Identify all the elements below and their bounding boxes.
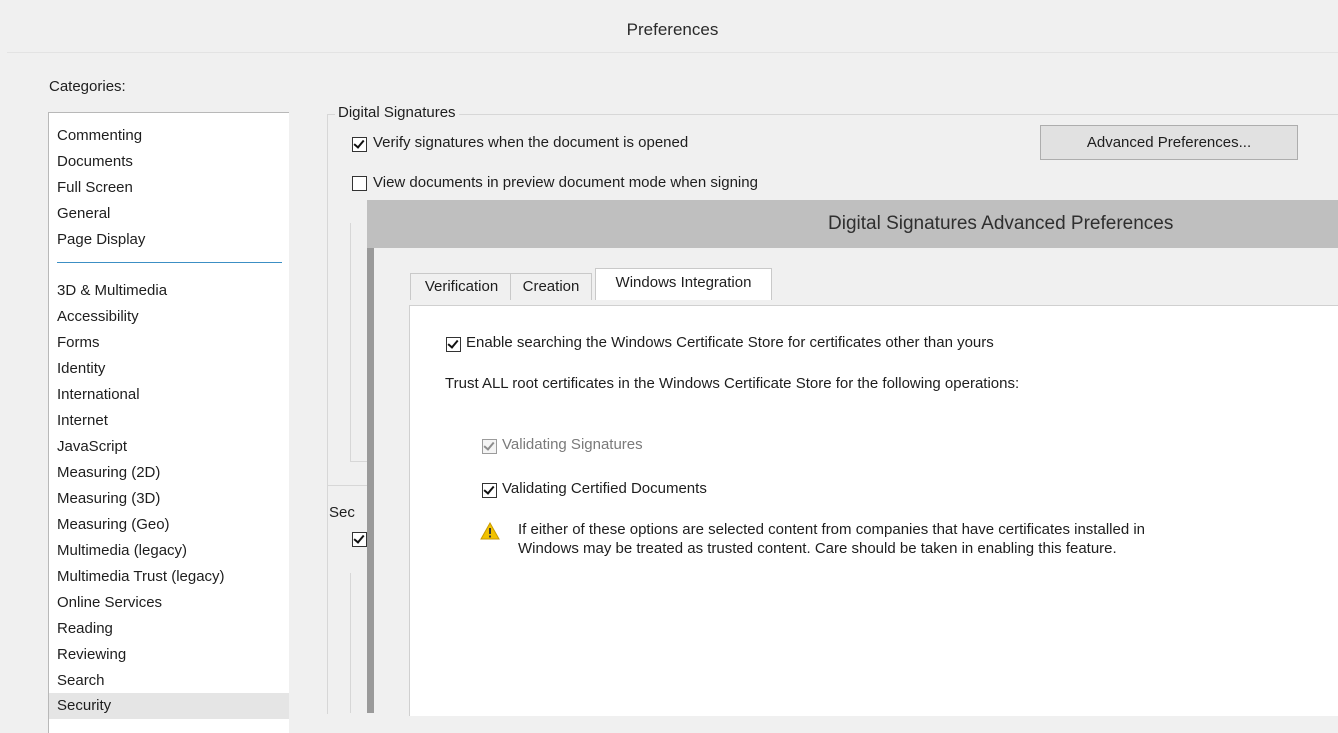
category-item[interactable]: Page Display [57,231,145,248]
security-checkbox-partial[interactable] [352,532,367,547]
category-item[interactable]: Commenting [57,127,142,144]
category-item[interactable]: Measuring (2D) [57,464,160,481]
categories-list[interactable]: Commenting Documents Full Screen General… [48,112,289,733]
advanced-preferences-button[interactable]: Advanced Preferences... [1040,125,1298,160]
inner-group-border [350,461,368,462]
advanced-preferences-dialog: Digital Signatures Advanced Preferences … [367,200,1338,716]
categories-label: Categories: [49,78,126,95]
category-item[interactable]: Documents [57,153,133,170]
category-item[interactable]: Measuring (3D) [57,490,160,507]
category-item[interactable]: Search [57,672,105,689]
category-item[interactable]: Multimedia (legacy) [57,542,187,559]
dialog-titlebar: Digital Signatures Advanced Preferences [367,200,1338,248]
category-item[interactable]: Accessibility [57,308,139,325]
verify-on-open-checkbox[interactable] [352,137,367,152]
preview-mode-checkbox[interactable] [352,176,367,191]
category-item[interactable]: 3D & Multimedia [57,282,167,299]
preview-mode-label: View documents in preview document mode … [373,174,758,191]
category-item[interactable]: International [57,386,140,403]
tab-verification[interactable]: Verification [410,273,513,300]
category-item[interactable]: JavaScript [57,438,127,455]
category-item-selected[interactable]: Security [49,693,289,719]
security-group-label: Sec [329,504,355,521]
validating-certified-checkbox[interactable] [482,483,497,498]
category-item[interactable]: Identity [57,360,105,377]
category-item[interactable]: Internet [57,412,108,429]
warning-text: If either of these options are selected … [518,521,1146,557]
category-item[interactable]: Reading [57,620,113,637]
category-item[interactable]: Full Screen [57,179,133,196]
inner-group-border [350,223,351,461]
category-item[interactable]: Measuring (Geo) [57,516,170,533]
category-item[interactable]: General [57,205,110,222]
dialog-body: Verification Creation Windows Integratio… [374,248,1338,716]
tab-creation[interactable]: Creation [510,273,592,300]
trust-text: Trust ALL root certificates in the Windo… [445,375,1020,392]
verify-on-open-label: Verify signatures when the document is o… [373,134,689,151]
category-divider [57,262,282,263]
tab-windows-integration[interactable]: Windows Integration [595,268,772,300]
enable-search-checkbox[interactable] [446,337,461,352]
warning-triangle-icon [480,521,500,540]
digital-signatures-group-label: Digital Signatures [335,104,459,121]
validating-signatures-checkbox[interactable] [482,439,497,454]
enable-search-label: Enable searching the Windows Certificate… [466,334,994,351]
security-group-border [327,485,367,486]
dialog-title: Digital Signatures Advanced Preferences [828,213,1174,234]
validating-certified-label: Validating Certified Documents [502,480,707,497]
category-item[interactable]: Forms [57,334,100,351]
inner-group-border [350,573,351,713]
group-border-left [327,114,328,714]
window-title: Preferences [7,8,1338,53]
category-item[interactable]: Online Services [57,594,162,611]
category-item[interactable]: Multimedia Trust (legacy) [57,568,225,585]
group-border-top [327,114,1338,115]
category-item[interactable]: Reviewing [57,646,126,663]
tab-panel-windows-integration: Enable searching the Windows Certificate… [409,305,1338,716]
validating-signatures-label: Validating Signatures [502,436,643,453]
